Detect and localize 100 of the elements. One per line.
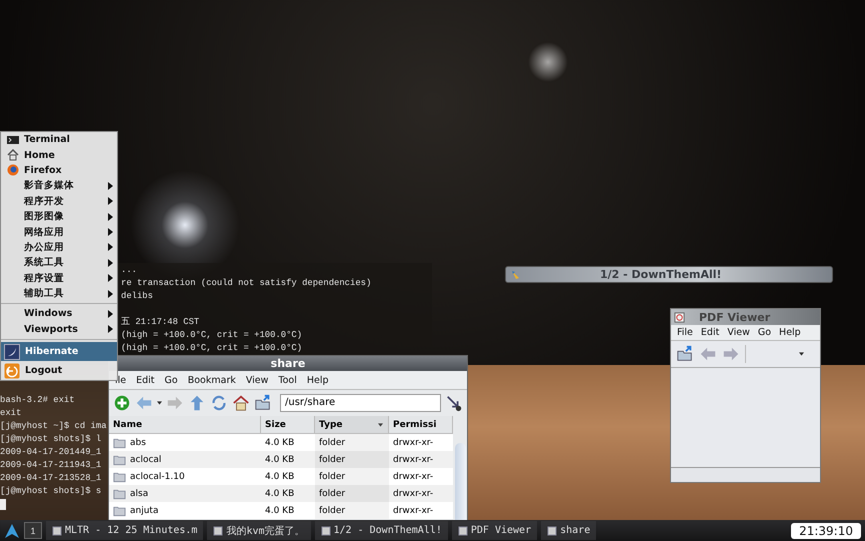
menu-item[interactable]: 程序开发 (1, 194, 117, 209)
downthemall-title-bar[interactable]: 1/2 - DownThemAll! (505, 266, 833, 283)
go-arrow-icon[interactable] (445, 394, 463, 412)
window-title: share (270, 357, 306, 370)
terminal-line: 2009-04-17-201449_1 (0, 447, 102, 457)
menu-item[interactable]: 辅助工具 (1, 286, 117, 302)
taskbar-item[interactable]: PDF Viewer (452, 521, 538, 540)
column-header[interactable]: Type (315, 416, 389, 433)
terminal-line: bash-3.2# exit (0, 395, 75, 405)
menu-item[interactable]: Logout (1, 361, 117, 380)
terminal-line: [j@myhost shots]$ s (0, 486, 102, 496)
workspace-button[interactable]: 1 (24, 522, 42, 539)
table-cell: drwxr-xr- (393, 472, 434, 482)
menu-item[interactable]: File (677, 327, 693, 338)
folder-icon (113, 488, 126, 500)
table-cell: 4.0 KB (265, 506, 294, 516)
terminal-line: (high = +100.0°C, crit = +100.0°C) (121, 330, 302, 340)
terminal-line: delibs (121, 291, 153, 301)
menu-item[interactable]: View (246, 374, 268, 386)
menu-item[interactable]: Home (1, 147, 117, 163)
window-icon (52, 526, 62, 536)
window-title: 1/2 - DownThemAll! (600, 268, 722, 281)
logout-icon (4, 362, 20, 379)
menu-item[interactable]: Viewports (1, 322, 117, 338)
menu-item[interactable]: Help (306, 374, 329, 386)
triangle-logo-icon[interactable] (4, 522, 20, 538)
table-cell: folder (319, 472, 346, 482)
menu-item[interactable]: Tool (278, 374, 297, 386)
folder-icon (113, 504, 126, 516)
terminal-line: 五 21:17:48 CST (121, 317, 200, 327)
menu-item[interactable]: 系统工具 (1, 255, 117, 271)
taskbar-item[interactable]: MLTR - 12 25 Minutes.m (46, 521, 204, 540)
window-title: PDF Viewer (699, 310, 770, 324)
table-cell: folder (319, 488, 346, 498)
moon-icon (4, 344, 20, 360)
table-cell: 4.0 KB (265, 454, 294, 464)
forward-arrow-icon[interactable] (722, 345, 740, 363)
menu-item[interactable]: View (727, 327, 750, 338)
terminal-line: [j@myhost ~]$ cd ima (0, 421, 107, 431)
menu-item[interactable]: Go (164, 374, 178, 386)
menu-item[interactable]: Edit (700, 327, 720, 338)
table-cell: drwxr-xr- (393, 454, 434, 464)
folder-icon (113, 454, 126, 466)
scrollbar[interactable] (455, 443, 466, 520)
open-folder-icon[interactable] (676, 345, 694, 363)
menu-item[interactable]: Go (758, 327, 772, 338)
window-icon (320, 526, 331, 536)
window-icon (547, 526, 558, 536)
menu-item[interactable]: Help (779, 327, 801, 338)
refresh-icon[interactable] (210, 394, 228, 412)
menu-item[interactable]: Firefox (1, 162, 117, 178)
table-cell: anjuta (130, 506, 158, 516)
menu-item[interactable]: 程序设置 (1, 270, 117, 286)
add-icon[interactable] (113, 394, 131, 412)
folder-icon (113, 470, 126, 482)
back-arrow-icon[interactable] (699, 345, 717, 363)
terminal-line: re transaction (could not satisfy dependencies) (121, 278, 372, 288)
clock: 21:39:10 (791, 522, 861, 538)
taskbar-item[interactable]: 1/2 - DownThemAll! (314, 521, 448, 540)
window-icon (458, 526, 468, 536)
table-cell: drwxr-xr- (393, 506, 434, 516)
table-cell: 4.0 KB (265, 488, 294, 498)
home-icon (7, 149, 19, 162)
location-field[interactable]: /usr/share (280, 394, 441, 412)
caret-icon[interactable] (157, 401, 162, 405)
download-icon (510, 268, 522, 280)
menu-item[interactable]: ile (115, 374, 126, 386)
table-cell: alsa (130, 488, 148, 498)
table-cell: abs (130, 438, 146, 448)
menu-item[interactable]: 网络应用 (1, 224, 117, 240)
menu-item[interactable]: Windows (1, 306, 117, 322)
menu-item[interactable]: 图形图像 (1, 208, 117, 224)
table-cell: 4.0 KB (265, 438, 294, 448)
taskbar-item[interactable]: share (541, 521, 596, 540)
taskbar-item[interactable]: 我的kvm完蛋了。 (207, 521, 311, 540)
caret-icon (378, 422, 383, 426)
terminal-icon (7, 134, 19, 146)
caret-icon[interactable] (799, 352, 804, 356)
open-folder-icon[interactable] (254, 394, 272, 412)
menu-item[interactable]: 影音多媒体 (1, 178, 117, 194)
table-cell: drwxr-xr- (393, 488, 434, 498)
window-icon (213, 526, 224, 536)
terminal-line: exit (0, 408, 22, 418)
table-cell: folder (319, 438, 346, 448)
menu-item[interactable]: Terminal (1, 132, 117, 148)
table-cell: drwxr-xr- (393, 438, 434, 448)
table-cell: aclocal (130, 454, 162, 464)
home-icon[interactable] (232, 394, 250, 412)
menu-item[interactable]: Bookmark (188, 374, 236, 386)
menu-item[interactable]: Edit (136, 374, 155, 386)
table-cell: aclocal-1.10 (130, 472, 185, 482)
column-header[interactable]: Permissi (389, 416, 453, 433)
table-cell: folder (319, 506, 346, 516)
menu-item[interactable]: 办公应用 (1, 240, 117, 256)
menu-item[interactable]: Hibernate (1, 342, 117, 362)
up-arrow-icon[interactable] (188, 394, 206, 412)
folder-icon (113, 436, 126, 448)
terminal-line: 2009-04-17-211943_1 (0, 460, 102, 470)
column-header[interactable]: Name (109, 416, 261, 433)
column-header[interactable]: Size (261, 416, 315, 433)
